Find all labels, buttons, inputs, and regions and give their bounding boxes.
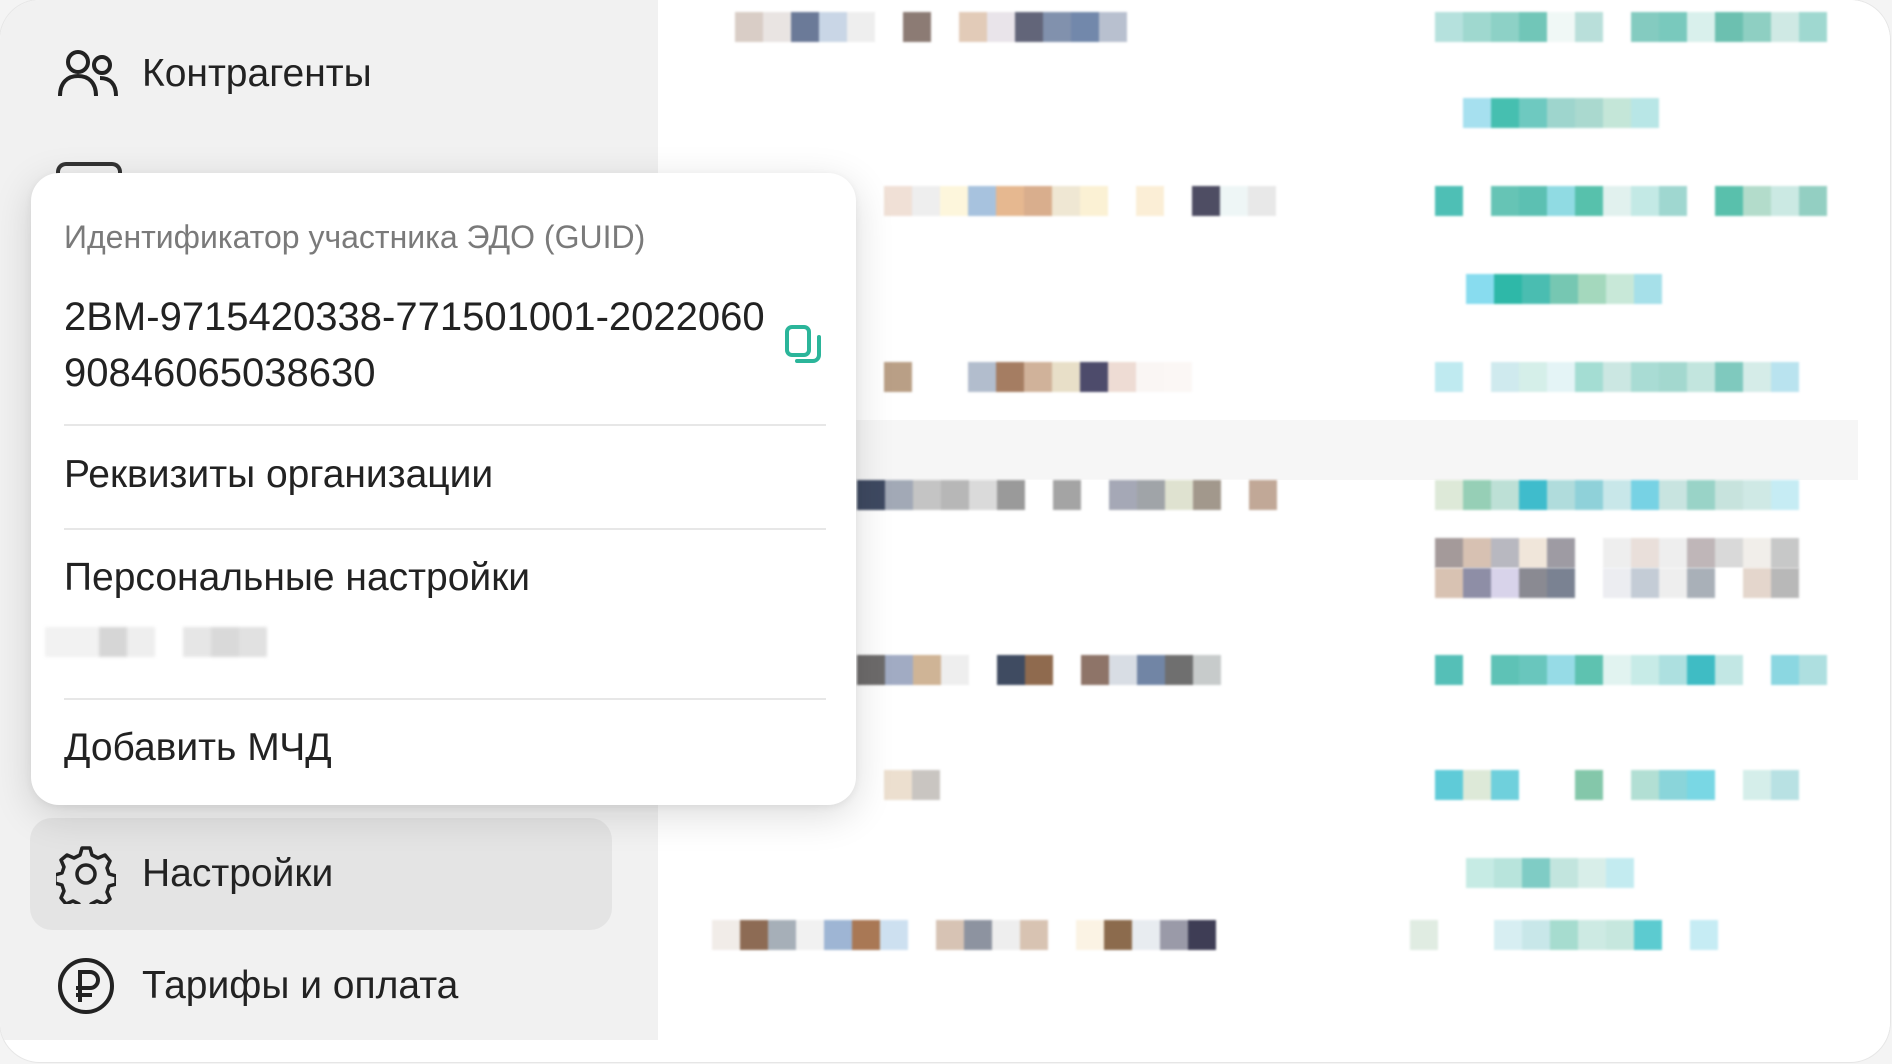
redacted-block <box>857 480 1277 515</box>
divider <box>64 424 826 426</box>
redacted-block <box>1435 362 1799 397</box>
redacted-block <box>1466 858 1634 893</box>
menu-item-add-poa[interactable]: Добавить МЧД <box>64 726 332 770</box>
redacted-block <box>1435 655 1827 690</box>
app-window: Контрагенты Настройки Тарифы и оплата Ид… <box>0 0 1890 1062</box>
participant-info-popup: Идентификатор участника ЭДО (GUID) 2BM-9… <box>31 173 856 805</box>
redacted-block <box>1466 274 1662 309</box>
sidebar-item-settings[interactable]: Настройки <box>30 818 612 930</box>
redacted-block <box>1435 770 1799 805</box>
redacted-block <box>1435 186 1827 221</box>
redacted-subtext <box>45 627 267 661</box>
redacted-block <box>1435 12 1827 47</box>
redacted-block <box>857 655 1221 690</box>
sidebar-item-label: Тарифы и оплата <box>142 964 459 1007</box>
redacted-block <box>884 362 1192 397</box>
sidebar-item-tariffs[interactable]: Тарифы и оплата <box>30 930 612 1042</box>
divider <box>64 528 826 530</box>
guid-value: 2BM-9715420338-771501001-2022060 9084606… <box>64 295 765 395</box>
divider <box>64 698 826 700</box>
sidebar-item-label: Контрагенты <box>142 52 372 95</box>
menu-item-org-details[interactable]: Реквизиты организации <box>64 453 493 497</box>
ruble-icon <box>56 956 126 1016</box>
redacted-block <box>1410 920 1718 955</box>
sidebar-item-label: Настройки <box>142 852 334 895</box>
redacted-block <box>735 12 1127 47</box>
sidebar-item-counterparties[interactable]: Контрагенты <box>30 18 612 130</box>
guid-caption: Идентификатор участника ЭДО (GUID) <box>64 219 646 255</box>
copy-icon[interactable] <box>783 323 825 369</box>
menu-item-personal-settings[interactable]: Персональные настройки <box>64 556 530 600</box>
redacted-block <box>1463 98 1659 133</box>
redacted-block <box>1435 480 1799 515</box>
redacted-block <box>712 920 1216 955</box>
gear-icon <box>56 844 126 904</box>
users-icon <box>56 48 126 100</box>
redacted-block <box>1435 568 1799 603</box>
redacted-block <box>884 186 1276 221</box>
redacted-block <box>884 770 940 805</box>
